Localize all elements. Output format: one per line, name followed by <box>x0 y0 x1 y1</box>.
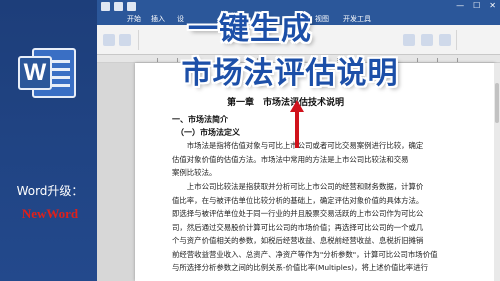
ribbon-group-styles <box>397 30 457 50</box>
promo-panel: W Word升级： NewWord <box>0 0 97 281</box>
quick-access-toolbar <box>101 2 136 11</box>
undo-icon[interactable] <box>114 2 123 11</box>
subsection-heading: （一）市场法定义 <box>176 128 240 137</box>
paragraph-2: 上市公司比较法是指获取并分析可比上市公司的经营和财务数据，计算价 值比率，在与被… <box>172 180 438 275</box>
section-heading: 一、市场法简介 <box>172 115 228 124</box>
window-controls: — ☐ ✕ <box>456 1 496 10</box>
tab-home[interactable]: 开始 <box>127 14 141 24</box>
paragraph-line: 市场法是指将估值对象与可比上市公司或者可比交易案例进行比较，确定 <box>186 141 424 150</box>
style-icon[interactable] <box>403 34 415 46</box>
paragraph-1: 市场法是指将估值对象与可比上市公司或者可比交易案例进行比较，确定 估值对象价值的… <box>172 139 438 180</box>
red-arrow-icon <box>290 100 304 148</box>
save-icon[interactable] <box>101 2 110 11</box>
word-logo-letter: W <box>18 56 52 90</box>
promo-product-name: NewWord <box>21 206 79 221</box>
paragraph-line: 司，然后通过交易股价计算可比公司的市场价值；再选择可比公司的一个或几 <box>172 222 424 232</box>
paragraph-line: 估值对象价值的估值方法。市场法中常用的方法是上市公司比较法和交易 <box>172 154 409 164</box>
overlay-headline-2: 市场法评估说明 <box>181 56 399 91</box>
replace-icon[interactable] <box>439 34 451 46</box>
promo-title: Word升级： <box>16 184 84 198</box>
paragraph-line: 上市公司比较法是指获取并分析可比上市公司的经营和财务数据，计算价 <box>172 182 424 191</box>
paste-icon[interactable] <box>103 34 115 46</box>
maximize-icon[interactable]: ☐ <box>473 1 480 10</box>
close-icon[interactable]: ✕ <box>489 1 496 10</box>
find-icon[interactable] <box>421 34 433 46</box>
paragraph-line: 与所选择分析参数之间的比例关系-价值比率(Multiples)，将上述价值比率进… <box>172 263 428 272</box>
paragraph-line: 案例比较法。 <box>172 168 217 177</box>
vertical-scrollbar[interactable] <box>494 63 500 281</box>
overlay-headline-1: 一键生成 <box>188 12 312 47</box>
paragraph-line: 即选择与被评估单位处于同一行业的并且股票交易活跃的上市公司作为可比公 <box>172 209 424 218</box>
paragraph-line: 前经营收益营业收入、总资产、净资产等作为"分析参数"，计算可比公司市场价值 <box>172 249 438 259</box>
redo-icon[interactable] <box>127 2 136 11</box>
scrollbar-thumb[interactable] <box>495 83 499 123</box>
ribbon-group-clipboard <box>99 30 139 50</box>
word-logo-icon: W <box>18 46 78 100</box>
minimize-icon[interactable]: — <box>456 1 464 10</box>
paragraph-line: 值比率，在与被评估单位比较分析的基础上，确定评估对象价值的具体方法。 <box>172 195 424 205</box>
paragraph-line: 个与资产价值相关的参数，如税后经营收益、息税前经营收益、息税折旧摊销 <box>172 236 424 245</box>
chapter-title: 第一章 市场法评估技术说明 <box>227 98 345 108</box>
cut-icon[interactable] <box>119 34 131 46</box>
